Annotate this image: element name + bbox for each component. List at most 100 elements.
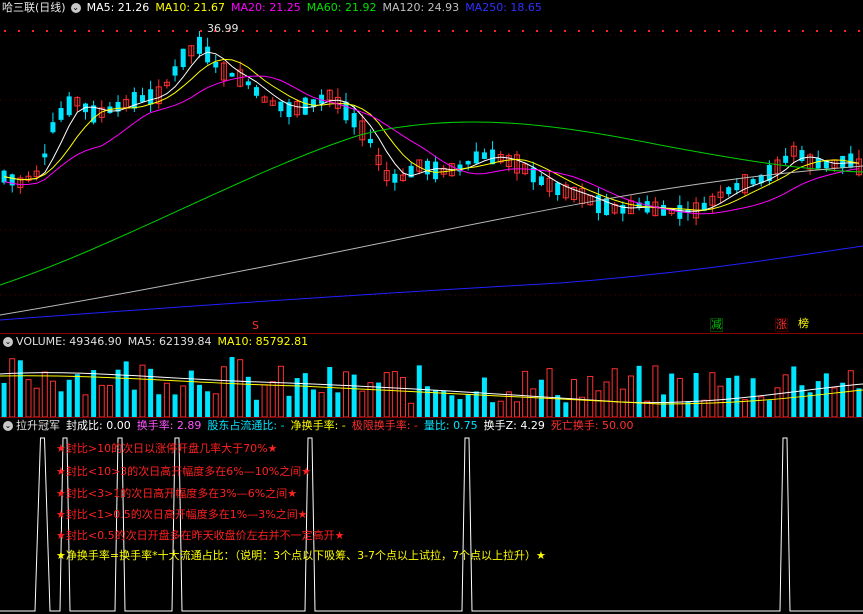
volume-bar [115,369,121,417]
signal-dot [186,30,188,32]
volume-bar [627,375,634,418]
indicator-field: 死亡换手: 50.00 [550,419,634,432]
signal-dot [508,30,510,32]
stock-title: 哈三联(日线) [2,1,66,14]
signal-dot [284,30,286,32]
signal-dot [662,30,664,32]
volume-bar [433,389,439,417]
candle-body [726,187,732,195]
candle-body [42,153,48,158]
signal-dot [256,30,258,32]
volume-bar [546,368,553,418]
signal-dot [788,30,790,32]
volume-bar [327,367,333,417]
ma250-line [0,245,863,321]
signal-dot [676,30,678,32]
volume-bar [253,399,259,417]
indicator-title: 拉升冠军 [16,419,60,432]
volume-bar [212,393,219,418]
signal-dot [690,30,692,32]
signal-dot [732,30,734,32]
volume-bar [799,385,805,417]
volume-bar [766,400,772,417]
volume-bar [611,368,618,418]
signal-dot [466,30,468,32]
volume-bar [343,371,350,418]
volume-bar [335,392,341,417]
candle-body [213,61,219,68]
chevron-down-icon[interactable]: ⌄ [70,3,81,13]
signal-dot [60,30,62,32]
volume-bar [603,381,610,418]
volume-bar [490,402,496,417]
volume-bar [457,399,463,417]
chevron-down-icon[interactable]: ⌄ [3,421,13,431]
volume-bar [156,394,162,417]
volume-bar [131,389,137,417]
volume-bar [383,372,390,418]
volume-bar [505,391,512,418]
volume-bar [595,390,602,418]
candle-body [465,160,471,165]
candle-body [367,138,373,144]
chevron-down-icon[interactable]: ⌄ [3,337,13,347]
volume-bar [82,394,89,418]
signal-dot [816,30,818,32]
volume-bar [261,384,268,418]
candle-body [148,89,154,105]
signal-dot [494,30,496,32]
signal-dot [326,30,328,32]
signal-dot [312,30,314,32]
volume-value: VOLUME: 49346.90 [16,335,122,348]
signal-dot [858,30,860,32]
volume-header: ⌄ VOLUME: 49346.90 MA5: 62139.84 MA10: 8579… [0,334,314,350]
indicator-field: 净换手率: - [290,419,346,432]
indicator-panel[interactable]: ⌄ 拉升冠军 封成比: 0.00 换手率: 2.89 股东占流通比: - 净换手率: - 极… [0,418,863,614]
signal-dot [760,30,762,32]
volume-bar [286,395,292,417]
candle-body [490,149,496,165]
volume-bar [66,379,72,417]
volume-bar [619,388,626,418]
volume-bar [522,370,529,418]
volume-bar [734,375,740,417]
volume-bar [237,359,244,418]
volume-panel[interactable]: ⌄ VOLUME: 49346.90 MA5: 62139.84 MA10: 8579… [0,334,863,418]
signal-dot [368,30,370,32]
volume-bar [351,374,357,417]
signal-dot [396,30,398,32]
volume-bar [172,394,178,417]
signal-dot [130,30,132,32]
indicator-header: ⌄ 拉升冠军 封成比: 0.00 换手率: 2.89 股东占流通比: - 净换手率: - 极… [0,418,646,434]
volume-ma5 [0,372,863,404]
price-chart-header: 哈三联(日线) ⌄ MA5: 21.26 MA10: 21.67 MA20: 21.25… [0,0,554,16]
volume-bar [367,382,374,418]
volume-bar [831,387,838,418]
signal-dot [298,30,300,32]
volume-bar [669,373,675,417]
volume-bar [424,386,430,417]
volume-bar [58,391,64,417]
ma-legend: MA5: 21.26 MA10: 21.67 MA20: 21.25 MA60: 21… [87,1,548,14]
volume-bar [652,365,659,418]
volume-ma10: MA10: 85792.81 [217,335,309,348]
volume-bar [741,399,748,418]
signal-dot [46,30,48,32]
volume-bar [163,382,170,418]
price-chart-panel[interactable]: 哈三联(日线) ⌄ MA5: 21.26 MA10: 21.67 MA20: 21.25… [0,0,863,334]
volume-bar [416,365,422,417]
volume-bar [513,401,520,418]
volume-bar [823,373,829,417]
candle-body [278,101,284,112]
indicator-field: 股东占流通比: - [207,419,285,432]
signal-dot [522,30,524,32]
signal-dot [746,30,748,32]
volume-bar [277,365,284,418]
signal-dot [774,30,776,32]
signal-dot [32,30,34,32]
price-chart-canvas[interactable] [0,0,863,334]
signal-dot [158,30,160,32]
ma-legend-item: MA5: 21.26 [86,1,150,14]
signal-dot [340,30,342,32]
volume-bar [717,385,724,418]
